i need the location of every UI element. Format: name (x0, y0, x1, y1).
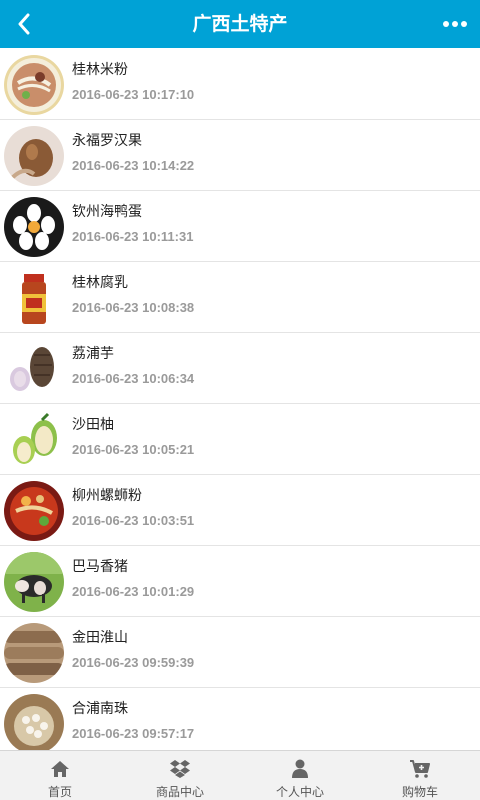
tab-label: 购物车 (401, 785, 438, 799)
item-time: 2016-06-23 10:11:31 (72, 229, 194, 244)
bama-pig-image (4, 552, 64, 612)
list-item[interactable]: 沙田柚 2016-06-23 10:05:21 (0, 404, 480, 475)
item-name: 巴马香猪 (72, 559, 128, 575)
fermented-tofu-jar-image (4, 268, 64, 328)
item-name: 桂林腐乳 (72, 275, 128, 291)
tab-label: 商品中心 (155, 785, 204, 799)
item-name: 荔浦芋 (72, 346, 114, 362)
home-icon (49, 758, 71, 779)
luosifen-image (4, 481, 64, 541)
app-header: 广西土特产 (0, 0, 480, 48)
list-item[interactable]: 桂林米粉 2016-06-23 10:17:10 (0, 49, 480, 120)
more-button[interactable] (438, 8, 472, 40)
tab-label: 首页 (47, 785, 72, 799)
pearls-image (4, 694, 64, 750)
tab-label: 个人中心 (275, 785, 324, 799)
item-name: 永福罗汉果 (72, 133, 142, 149)
item-time: 2016-06-23 10:01:29 (72, 584, 195, 599)
item-time: 2016-06-23 10:14:22 (72, 158, 195, 173)
user-icon (289, 758, 311, 779)
taro-image (4, 339, 64, 399)
yam-image (4, 623, 64, 683)
product-list: 桂林米粉 2016-06-23 10:17:10 永福罗汉果 2016-06-2… (0, 49, 480, 750)
tab-products[interactable]: 商品中心 (120, 751, 240, 800)
duck-egg-image (4, 197, 64, 257)
guilin-rice-noodle-image (4, 55, 64, 115)
item-name: 柳州螺蛳粉 (72, 488, 142, 504)
item-time: 2016-06-23 10:08:38 (72, 300, 195, 315)
item-name: 沙田柚 (72, 417, 114, 433)
item-time: 2016-06-23 10:17:10 (72, 87, 195, 102)
tab-cart[interactable]: 购物车 (360, 751, 480, 800)
list-item[interactable]: 荔浦芋 2016-06-23 10:06:34 (0, 333, 480, 404)
item-time: 2016-06-23 10:05:21 (72, 442, 195, 457)
dropbox-icon (169, 758, 191, 779)
item-time: 2016-06-23 09:57:17 (72, 726, 195, 741)
item-time: 2016-06-23 09:59:39 (72, 655, 195, 670)
list-item[interactable]: 金田淮山 2016-06-23 09:59:39 (0, 617, 480, 688)
list-item[interactable]: 柳州螺蛳粉 2016-06-23 10:03:51 (0, 475, 480, 546)
pomelo-image (4, 410, 64, 470)
luohanguo-image (4, 126, 64, 186)
item-time: 2016-06-23 10:03:51 (72, 513, 195, 528)
list-item[interactable]: 永福罗汉果 2016-06-23 10:14:22 (0, 120, 480, 191)
list-item[interactable]: 桂林腐乳 2016-06-23 10:08:38 (0, 262, 480, 333)
list-item[interactable]: 合浦南珠 2016-06-23 09:57:17 (0, 688, 480, 750)
list-item[interactable]: 巴马香猪 2016-06-23 10:01:29 (0, 546, 480, 617)
tab-home[interactable]: 首页 (0, 751, 120, 800)
tab-profile[interactable]: 个人中心 (240, 751, 360, 800)
item-name: 桂林米粉 (72, 62, 128, 78)
list-item[interactable]: 钦州海鸭蛋 2016-06-23 10:11:31 (0, 191, 480, 262)
bottom-tab-bar: 首页 商品中心 个人中心 购物车 (0, 750, 480, 800)
cart-icon (409, 758, 431, 779)
item-name: 金田淮山 (72, 630, 128, 646)
item-time: 2016-06-23 10:06:34 (72, 371, 195, 386)
more-dots-icon (443, 21, 467, 27)
item-name: 合浦南珠 (72, 701, 128, 717)
page-title: 广西土特产 (192, 13, 288, 35)
item-name: 钦州海鸭蛋 (72, 204, 142, 220)
